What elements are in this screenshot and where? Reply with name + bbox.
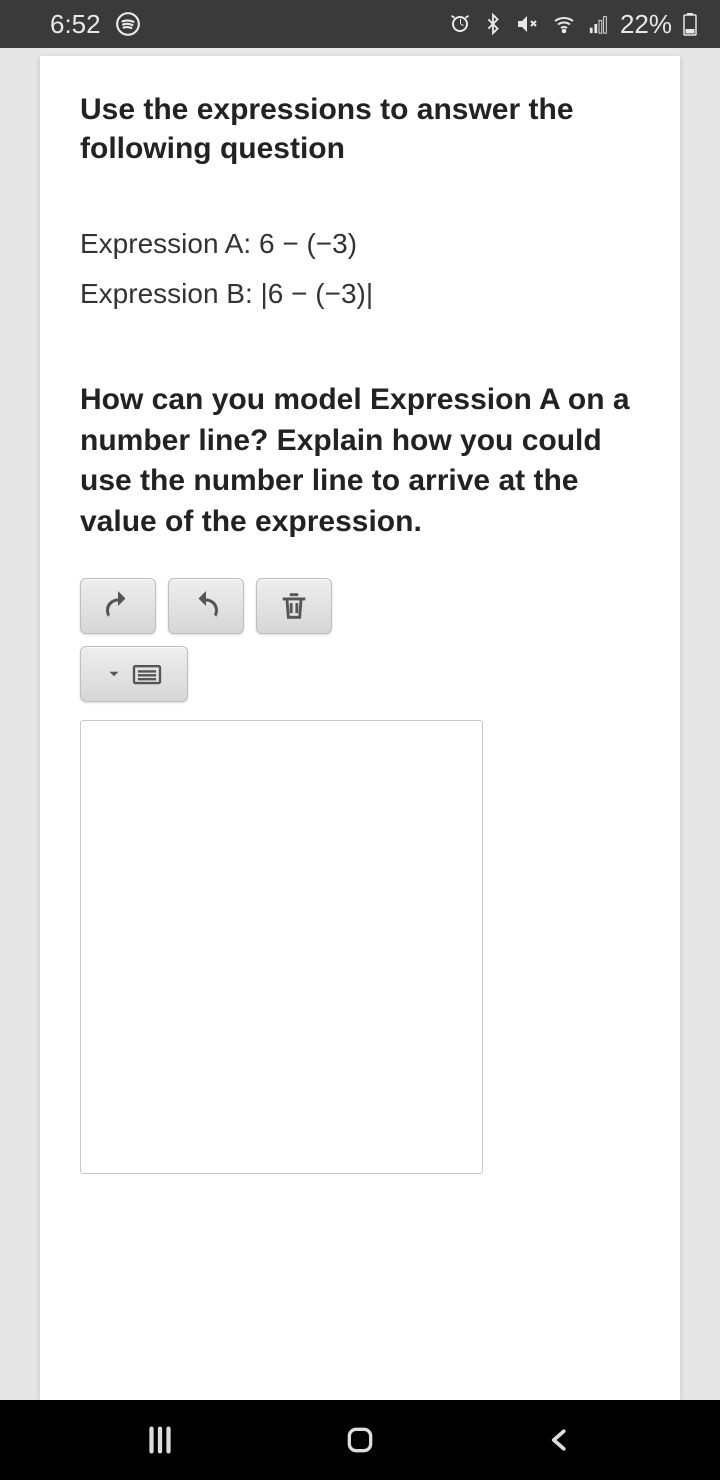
bluetooth-icon: [482, 12, 504, 36]
home-icon: [344, 1424, 376, 1456]
recents-icon: [143, 1423, 177, 1457]
instruction-heading: Use the expressions to answer the follow…: [80, 90, 640, 168]
chevron-down-icon: [105, 665, 123, 683]
editor-toolbar-row1: [80, 578, 640, 634]
spotify-icon: [115, 11, 141, 37]
status-right: 22%: [448, 9, 698, 40]
expression-b: Expression B: |6 − (−3)|: [80, 278, 640, 310]
redo-icon: [188, 588, 224, 624]
undo-icon: [100, 588, 136, 624]
keyboard-icon: [131, 661, 163, 687]
volume-mute-icon: [514, 12, 540, 36]
home-button[interactable]: [330, 1410, 390, 1470]
battery-icon: [682, 12, 698, 36]
status-bar: 6:52 22%: [0, 0, 720, 48]
answer-input[interactable]: [80, 720, 483, 1174]
back-button[interactable]: [530, 1410, 590, 1470]
question-text: How can you model Expression A on a numb…: [80, 380, 640, 542]
undo-button[interactable]: [80, 578, 156, 634]
alarm-icon: [448, 12, 472, 36]
back-icon: [545, 1425, 575, 1455]
recents-button[interactable]: [130, 1410, 190, 1470]
status-time: 6:52: [50, 9, 101, 40]
signal-icon: [588, 13, 610, 35]
status-left: 6:52: [50, 9, 141, 40]
content-card: Use the expressions to answer the follow…: [40, 56, 680, 1400]
editor-menu-button[interactable]: [80, 646, 188, 702]
editor-toolbar-row2: [80, 646, 640, 702]
expression-a: Expression A: 6 − (−3): [80, 228, 640, 260]
battery-percent: 22%: [620, 9, 672, 40]
app-background: Use the expressions to answer the follow…: [0, 48, 720, 1400]
wifi-icon: [550, 12, 578, 36]
redo-button[interactable]: [168, 578, 244, 634]
trash-icon: [277, 589, 311, 623]
navigation-bar: [0, 1400, 720, 1480]
delete-button[interactable]: [256, 578, 332, 634]
